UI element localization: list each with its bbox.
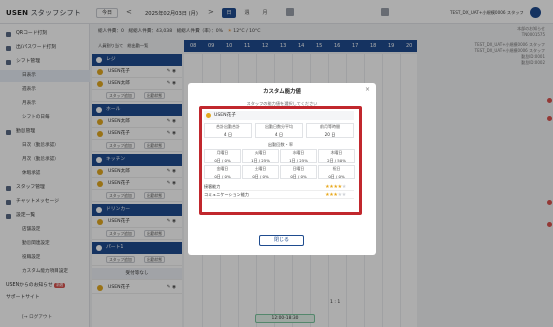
section-title: 出勤回数・率	[267, 142, 294, 147]
close-icon[interactable]: ×	[365, 86, 370, 93]
rating-stars[interactable]: ★★★★★	[325, 191, 346, 199]
avatar	[206, 113, 211, 118]
stat-card: 出勤日数分平均 4 日	[255, 123, 303, 138]
custom-ability-modal: カスタム能力値 × スタッフの能力値を選択してください USEN花子 合計出勤合…	[188, 83, 376, 255]
rating-stars[interactable]: ★★★★★	[325, 183, 346, 191]
evaluation-row: コミュニケーション能力 ★★★★★	[204, 191, 354, 199]
ability-panel: USEN花子 合計出勤合計 4 日 出勤日数分平均 4 日 前月等時間 20 日 出勤…	[202, 109, 359, 212]
day-cell: 火曜日 1日 / 25%	[242, 149, 279, 163]
modal-title: カスタム能力値	[263, 89, 301, 95]
day-cell: 木曜日 2日 / 50%	[318, 149, 355, 163]
day-cell: 祝日 0日 / 0%	[318, 165, 355, 179]
evaluation-row: 接客能力 ★★★★★	[204, 183, 354, 191]
day-cell: 金曜日 0日 / 0%	[204, 165, 241, 179]
stat-card: 合計出勤合計 4 日	[204, 123, 252, 138]
stat-card: 前月等時間 20 日	[306, 123, 354, 138]
day-cell: 水曜日 1日 / 25%	[280, 149, 317, 163]
close-button[interactable]: 閉じる	[259, 235, 304, 246]
day-cell: 月曜日 0日 / 0%	[204, 149, 241, 163]
staff-header: USEN花子	[204, 111, 354, 120]
day-cell: 土曜日 0日 / 0%	[242, 165, 279, 179]
day-cell: 日曜日 0日 / 0%	[280, 165, 317, 179]
